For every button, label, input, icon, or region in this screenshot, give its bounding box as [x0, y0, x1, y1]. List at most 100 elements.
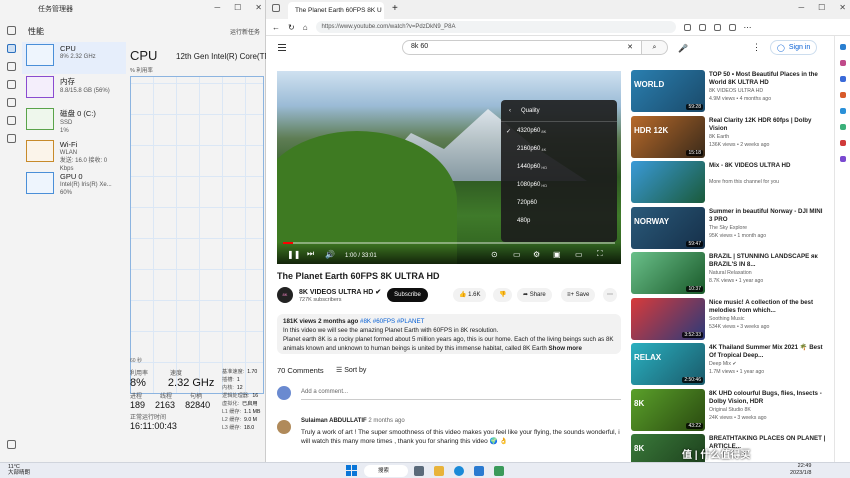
file-explorer-icon[interactable]: [434, 466, 444, 476]
store-icon[interactable]: [474, 466, 484, 476]
commenter-avatar[interactable]: [277, 420, 291, 434]
hashtags[interactable]: #8K #60FPS #PLANET: [360, 318, 424, 325]
recommendation-item[interactable]: 8K 43:22 8K UHD colourful Bugs, flies, Ins…: [631, 388, 831, 435]
add-comment-input[interactable]: Add a comment...: [301, 389, 348, 395]
side-value: 16: [252, 393, 259, 399]
url-field[interactable]: https://www.youtube.com/watch?v=PdzDkN9_…: [315, 21, 676, 33]
theater-icon[interactable]: ▭: [575, 250, 583, 259]
hamburger-icon[interactable]: [278, 44, 286, 51]
video-player[interactable]: ‹Quality 4320p608K 2160p604K 1440p60HD 1…: [277, 71, 621, 264]
run-task-button[interactable]: 运行新任务: [230, 27, 260, 36]
miniplayer-icon[interactable]: ▣: [553, 250, 561, 259]
processes-icon[interactable]: [7, 26, 16, 35]
details-icon[interactable]: [7, 116, 16, 125]
more-apps-icon[interactable]: [840, 156, 846, 162]
fullscreen-icon[interactable]: ⛶: [597, 249, 603, 259]
comment-author[interactable]: Sulaiman ABDULLATIF: [301, 418, 367, 424]
home-icon[interactable]: ⌂: [303, 23, 308, 32]
description-box[interactable]: 181K views 2 months ago #8K #60FPS #PLAN…: [277, 314, 621, 354]
cpu-usage-graph: [130, 76, 264, 394]
recommendation-item[interactable]: NORWAY 59:47 Summer in beautiful Norway - …: [631, 206, 831, 253]
dislike-button[interactable]: 👎: [493, 288, 513, 302]
more-actions-icon[interactable]: ⋯: [603, 288, 617, 302]
close-icon[interactable]: ✕: [255, 3, 262, 12]
autoplay-toggle[interactable]: ⊙: [491, 250, 498, 259]
settings-icon[interactable]: [7, 440, 16, 449]
profile-icon[interactable]: [728, 23, 736, 31]
taskbar-search[interactable]: 搜索: [364, 465, 408, 477]
drop-icon[interactable]: [840, 140, 846, 146]
quality-option[interactable]: 1080p60 HD: [501, 176, 617, 194]
resource-cpu[interactable]: CPU 8% 2.32 GHz: [22, 42, 126, 74]
share-button[interactable]: ➦ Share: [517, 288, 552, 302]
users-icon[interactable]: [7, 98, 16, 107]
recommendation-item[interactable]: HDR 12K 15:18 Real Clarity 12K HDR 60fps |…: [631, 115, 831, 162]
recommendation-item[interactable]: WORLD 59:28 TOP 50 • Most Beautiful Places…: [631, 70, 831, 116]
resource-gpu[interactable]: GPU 0 Intel(R) Iris(R) Xe... 60%: [22, 170, 126, 202]
search-input[interactable]: 8k 60 ✕: [402, 40, 642, 55]
quality-option[interactable]: 4320p608K: [501, 122, 617, 140]
back-icon[interactable]: ←: [272, 23, 280, 32]
recommendation-item[interactable]: Mix - 8K VIDEOS ULTRA HD More from this c…: [631, 161, 831, 207]
save-button[interactable]: ≡+ Save: [561, 288, 596, 302]
collections-icon[interactable]: [713, 23, 721, 31]
favorites-icon[interactable]: [698, 23, 706, 31]
resource-memory[interactable]: 内存 8.8/15.8 GB (56%): [22, 74, 126, 106]
tab-actions-icon[interactable]: [272, 4, 280, 12]
sort-by-button[interactable]: ☰ Sort by: [336, 366, 366, 374]
search-sidebar-icon[interactable]: [840, 44, 846, 50]
tools-icon[interactable]: [840, 76, 846, 82]
services-icon[interactable]: [7, 134, 16, 143]
browser-menu-icon[interactable]: ⋯: [744, 23, 752, 32]
resource-disk[interactable]: 磁盘 0 (C:) SSD 1%: [22, 106, 126, 138]
close-icon[interactable]: ✕: [839, 3, 846, 12]
extension-icon[interactable]: [683, 23, 691, 31]
shopping-icon[interactable]: [840, 60, 846, 66]
mic-icon[interactable]: 🎤: [678, 44, 688, 53]
rec-title: Mix - 8K VIDEOS ULTRA HD: [709, 162, 791, 169]
captions-icon[interactable]: ▭: [513, 250, 521, 259]
settings-gear-icon[interactable]: ⚙: [533, 250, 540, 259]
minimize-icon[interactable]: ─: [798, 3, 804, 12]
maximize-icon[interactable]: ☐: [234, 3, 241, 12]
recommendation-item[interactable]: 10:37 BRAZIL | STUNNING LANDSCAPE як BRAZ…: [631, 252, 831, 298]
minimize-icon[interactable]: ─: [214, 3, 220, 12]
progress-bar[interactable]: [283, 242, 615, 244]
clear-icon[interactable]: ✕: [627, 43, 633, 52]
refresh-icon[interactable]: ↻: [288, 23, 295, 32]
recommendation-item[interactable]: RELAX 2:50:46 4K Thailand Summer Mix 2021 …: [631, 343, 831, 389]
office-icon[interactable]: [840, 108, 846, 114]
quality-option[interactable]: 2160p60 4K: [501, 140, 617, 158]
sign-in-button[interactable]: ◯ Sign in: [770, 40, 818, 55]
startup-icon[interactable]: [7, 80, 16, 89]
quality-option[interactable]: 720p60: [501, 194, 617, 212]
search-button[interactable]: ⌕: [642, 40, 668, 55]
weather-widget[interactable]: 11°C 大部晴朗: [8, 464, 30, 476]
quality-header[interactable]: ‹ Quality: [501, 100, 617, 122]
more-icon[interactable]: ⋮: [752, 42, 761, 53]
subscribe-button[interactable]: Subscribe: [387, 288, 428, 302]
new-tab-icon[interactable]: +: [392, 3, 398, 14]
start-icon[interactable]: [346, 465, 357, 476]
resource-wifi[interactable]: Wi-Fi WLAN 发送: 16.0 接收: 0 Kbps: [22, 138, 126, 172]
recommendation-item[interactable]: 3:52:33 Nice music! A collection of the b…: [631, 297, 831, 344]
channel-avatar[interactable]: 8K: [277, 287, 293, 303]
system-clock[interactable]: 22:49 2023/1/8: [790, 463, 811, 477]
task-view-icon[interactable]: [414, 466, 424, 476]
performance-icon[interactable]: [7, 44, 16, 53]
history-icon[interactable]: [7, 62, 16, 71]
games-icon[interactable]: [840, 92, 846, 98]
edge-icon[interactable]: [454, 466, 464, 476]
tab-youtube[interactable]: The Planet Earth 60FPS 8K U✕: [288, 2, 384, 19]
quality-option[interactable]: 480p: [501, 212, 617, 230]
channel-name[interactable]: 8K VIDEOS ULTRA HD ✔: [299, 288, 381, 296]
taskmgr-app-icon[interactable]: [494, 466, 504, 476]
next-icon[interactable]: ⏭: [307, 249, 314, 259]
outlook-icon[interactable]: [840, 124, 846, 130]
pause-icon[interactable]: ❚❚: [287, 250, 300, 259]
maximize-icon[interactable]: ☐: [818, 3, 825, 12]
volume-icon[interactable]: 🔊: [325, 250, 335, 259]
quality-option[interactable]: 1440p60 HD: [501, 158, 617, 176]
like-button[interactable]: 👍 1.6K: [453, 288, 487, 302]
show-more-link[interactable]: Show more: [549, 345, 582, 352]
